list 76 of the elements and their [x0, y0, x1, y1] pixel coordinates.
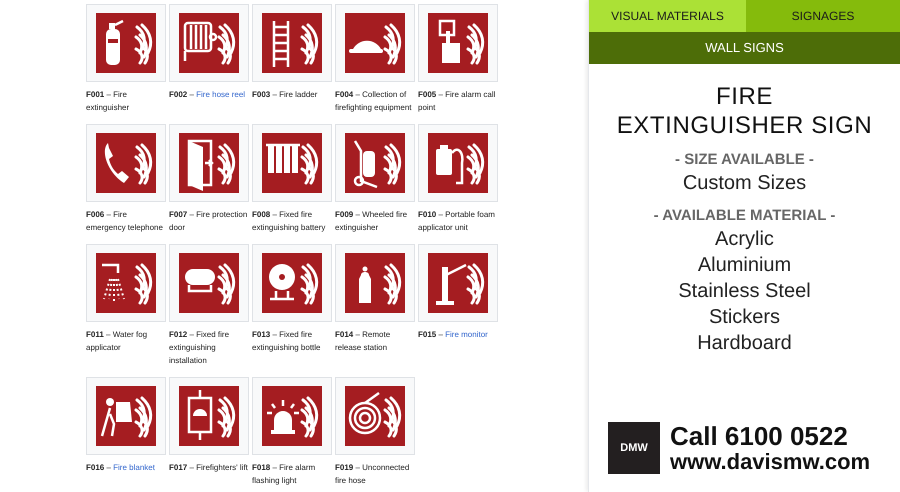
sign-caption: F018 – Fire alarm flashing light: [252, 462, 316, 487]
category-tab[interactable]: VISUAL MATERIALS: [589, 0, 746, 32]
caption-link[interactable]: Fire hose reel: [196, 90, 246, 99]
bottle-sign-icon: [262, 253, 322, 313]
door-sign-icon: [179, 133, 239, 193]
option-text: Custom Sizes: [682, 171, 806, 196]
sign-caption: F016 – Fire blanket: [86, 462, 156, 474]
telephone-sign-icon: [96, 133, 156, 193]
sign-caption: F019 – Unconnected fire hose: [335, 462, 410, 487]
sign-caption: F005 – Fire alarm call point: [418, 89, 496, 114]
sign-caption: F012 – Fixed fire extinguishing installation: [169, 329, 230, 367]
website-address: www.davismw.com: [670, 450, 870, 474]
sign-thumbnail[interactable]: [418, 4, 498, 82]
sign-thumbnail[interactable]: [86, 124, 166, 202]
monitor-sign-icon: [428, 253, 488, 313]
category-tab[interactable]: SIGNAGES: [746, 0, 900, 32]
option-text: Stickers: [708, 305, 780, 330]
sign-caption: F006 – Fire emergency telephone: [86, 209, 164, 234]
beacon-sign-icon: [262, 386, 322, 446]
sign-caption: F001 – Fire extinguisher: [86, 89, 130, 114]
option-text: Acrylic: [715, 227, 774, 252]
foam-unit-sign-icon: [428, 133, 488, 193]
section-heading: - SIZE AVAILABLE -: [675, 150, 814, 170]
sign-thumbnail[interactable]: [335, 377, 415, 455]
cylinders-sign-icon: [262, 133, 322, 193]
option-text: Hardboard: [697, 331, 792, 356]
caption-link[interactable]: Fire monitor: [445, 330, 488, 339]
tank-sign-icon: [179, 253, 239, 313]
sign-thumbnail[interactable]: [86, 377, 166, 455]
option-text: Stainless Steel: [678, 279, 811, 304]
helmet-sign-icon: [345, 13, 405, 73]
sign-caption: F013 – Fixed fire extinguishing bottle: [252, 329, 322, 354]
sign-thumbnail[interactable]: [86, 244, 166, 322]
sign-thumbnail[interactable]: [252, 244, 332, 322]
sign-caption: F009 – Wheeled fire extinguisher: [335, 209, 408, 234]
sign-caption: F014 – Remote release station: [335, 329, 392, 354]
hose-coil-sign-icon: [345, 386, 405, 446]
call-point-sign-icon: [428, 13, 488, 73]
extinguisher-sign-icon: [96, 13, 156, 73]
sign-thumbnail[interactable]: [169, 124, 249, 202]
sign-thumbnail[interactable]: [252, 377, 332, 455]
phone-number: Call 6100 0522: [670, 422, 849, 450]
sign-thumbnail[interactable]: [252, 124, 332, 202]
product-title: EXTINGUISHER SIGN: [616, 111, 872, 140]
company-logo: DMW: [608, 422, 660, 474]
sign-caption: F008 – Fixed fire extinguishing battery: [252, 209, 326, 234]
subcategory-bar[interactable]: WALL SIGNS: [589, 32, 900, 64]
sign-thumbnail[interactable]: [86, 4, 166, 82]
option-text: Aluminium: [698, 253, 792, 278]
sign-thumbnail[interactable]: [418, 124, 498, 202]
sign-caption: F015 – Fire monitor: [418, 329, 489, 341]
sign-thumbnail[interactable]: [335, 4, 415, 82]
sign-caption: F003 – Fire ladder: [252, 89, 318, 101]
sign-caption: F004 – Collection of firefighting equipment: [335, 89, 412, 114]
sign-thumbnail[interactable]: [169, 4, 249, 82]
sign-caption: F007 – Fire protection door: [169, 209, 248, 234]
sign-thumbnail[interactable]: [335, 244, 415, 322]
ladder-sign-icon: [262, 13, 322, 73]
sign-thumbnail[interactable]: [252, 4, 332, 82]
lift-sign-icon: [179, 386, 239, 446]
sign-caption: F002 – Fire hose reel: [169, 89, 246, 101]
section-heading: - AVAILABLE MATERIAL -: [654, 206, 836, 226]
trolley-sign-icon: [345, 133, 405, 193]
sign-thumbnail[interactable]: [169, 377, 249, 455]
caption-link[interactable]: Fire blanket: [113, 463, 155, 472]
figure-blanket-sign-icon: [96, 386, 156, 446]
product-title: FIRE: [716, 82, 774, 111]
sprinkler-sign-icon: [96, 253, 156, 313]
sign-thumbnail[interactable]: [335, 124, 415, 202]
sign-caption: F011 – Water fog applicator: [86, 329, 148, 354]
sign-caption: F010 – Portable foam applicator unit: [418, 209, 496, 234]
sign-caption: F017 – Firefighters' lift: [169, 462, 249, 474]
hose-reel-sign-icon: [179, 13, 239, 73]
sign-thumbnail[interactable]: [418, 244, 498, 322]
sign-thumbnail[interactable]: [169, 244, 249, 322]
release-bottle-sign-icon: [345, 253, 405, 313]
